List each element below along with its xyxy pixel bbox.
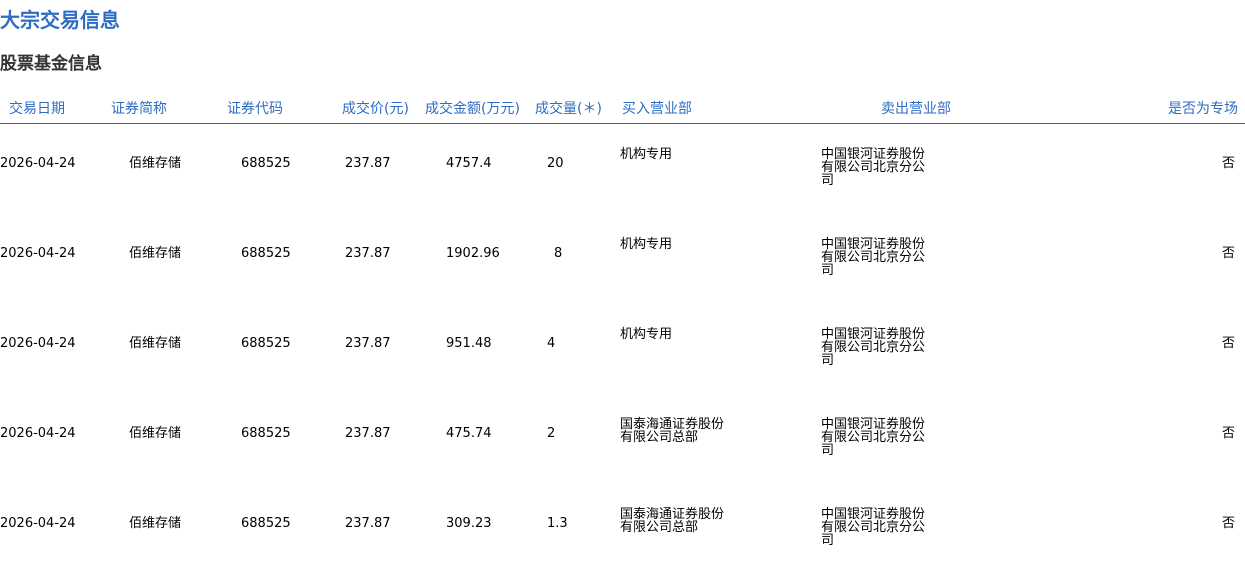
cell-volume: 8 [554,246,563,261]
column-header-amount[interactable]: 成交金额(万元) [425,98,520,118]
cell-price: 237.87 [345,336,391,351]
table-row: 2026-04-24 佰维存储 688525 237.87 475.74 2 国泰海通证券股… [0,394,1245,484]
cell-amount: 475.74 [446,426,492,441]
cell-volume: 2 [547,426,556,441]
cell-amount: 951.48 [446,336,492,351]
cell-special: 否 [1222,246,1236,261]
cell-buyer: 国泰海通证券股份有限公司总部 [620,507,725,535]
column-header-price[interactable]: 成交价(元) [342,98,409,118]
cell-seller: 中国银河证券股份有限公司北京分公司 [821,327,926,368]
cell-buyer: 机构专用 [620,327,673,342]
page-title: 大宗交易信息 [0,8,120,32]
cell-date: 2026-04-24 [0,426,76,441]
cell-name: 佰维存储 [129,336,182,351]
cell-seller: 中国银河证券股份有限公司北京分公司 [821,147,926,188]
table-row: 2026-04-24 佰维存储 688525 237.87 951.48 4 机构专用 中国银… [0,304,1245,394]
cell-amount: 309.23 [446,516,492,531]
cell-special: 否 [1222,516,1236,531]
cell-special: 否 [1222,156,1236,171]
cell-volume: 4 [547,336,556,351]
cell-seller: 中国银河证券股份有限公司北京分公司 [821,417,926,458]
column-header-name[interactable]: 证券简称 [111,98,167,118]
cell-price: 237.87 [345,246,391,261]
cell-special: 否 [1222,336,1236,351]
cell-price: 237.87 [345,426,391,441]
table-row: 2026-04-24 佰维存储 688525 237.87 309.23 1.3 国泰海通证… [0,484,1245,574]
cell-name: 佰维存储 [129,426,182,441]
cell-seller: 中国银河证券股份有限公司北京分公司 [821,507,926,548]
cell-seller: 中国银河证券股份有限公司北京分公司 [821,237,926,278]
cell-code: 688525 [241,156,291,171]
cell-code: 688525 [241,516,291,531]
column-header-seller[interactable]: 卖出营业部 [881,98,951,118]
cell-volume: 20 [547,156,564,171]
cell-price: 237.87 [345,516,391,531]
cell-buyer: 机构专用 [620,147,673,162]
cell-amount: 1902.96 [446,246,500,261]
table-header: 交易日期 证券简称 证券代码 成交价(元) 成交金额(万元) 成交量(＊) 买入… [0,89,1245,124]
cell-special: 否 [1222,426,1236,441]
cell-date: 2026-04-24 [0,516,76,531]
cell-name: 佰维存储 [129,246,182,261]
cell-amount: 4757.4 [446,156,492,171]
cell-date: 2026-04-24 [0,246,76,261]
table-row: 2026-04-24 佰维存储 688525 237.87 1902.96 8 机构专用 中国… [0,214,1245,304]
cell-code: 688525 [241,336,291,351]
cell-name: 佰维存储 [129,516,182,531]
cell-date: 2026-04-24 [0,336,76,351]
cell-buyer: 国泰海通证券股份有限公司总部 [620,417,725,445]
column-header-date[interactable]: 交易日期 [9,98,65,118]
cell-buyer: 机构专用 [620,237,673,252]
section-title: 股票基金信息 [0,54,102,74]
cell-volume: 1.3 [547,516,568,531]
cell-price: 237.87 [345,156,391,171]
column-header-code[interactable]: 证券代码 [227,98,283,118]
column-header-volume[interactable]: 成交量(＊) [535,98,602,118]
table-row: 2026-04-24 佰维存储 688525 237.87 4757.4 20 机构专用 中国… [0,124,1245,214]
cell-name: 佰维存储 [129,156,182,171]
column-header-special[interactable]: 是否为专场 [1168,98,1238,118]
column-header-buyer[interactable]: 买入营业部 [622,98,692,118]
cell-code: 688525 [241,246,291,261]
cell-code: 688525 [241,426,291,441]
cell-date: 2026-04-24 [0,156,76,171]
